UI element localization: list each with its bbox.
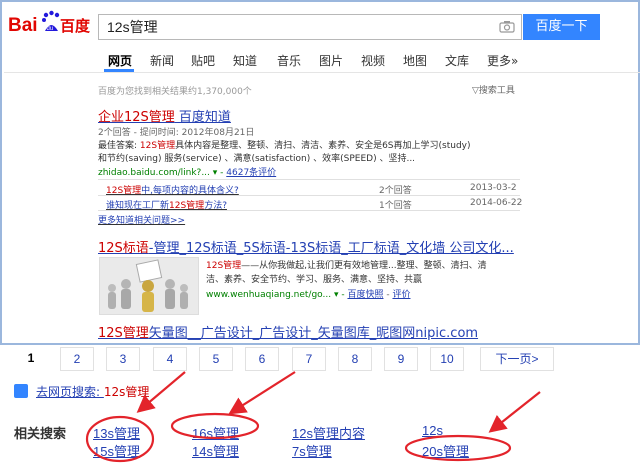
web-search-query[interactable]: 12s管理 <box>104 385 150 399</box>
results-panel: Bai du 百度 百度一下 网页 新闻 贴吧 知道 音乐 图片 视频 地图 文… <box>0 0 640 345</box>
related-12s[interactable]: 12s <box>422 423 443 438</box>
tab-news[interactable]: 新闻 <box>150 52 174 69</box>
result-2-thumbnail[interactable] <box>99 257 199 315</box>
svg-text:du: du <box>47 26 54 32</box>
search-tools-button[interactable]: ▽搜索工具 <box>472 83 515 96</box>
related-14s[interactable]: 14s管理 <box>192 441 239 460</box>
page-9[interactable]: 9 <box>384 347 418 371</box>
result-2-url-line: www.wenhuaqiang.net/go... ▾ - 百度快照 - 评价 <box>206 287 410 300</box>
annotation-arrow <box>228 371 296 415</box>
result-1-answer: 最佳答案: 12S管理具体内容是整理、整顿、清扫、清洁、素养、安全是6S再加上学… <box>98 138 471 151</box>
tab-wenku[interactable]: 文库 <box>445 52 469 69</box>
filter-icon: ▽ <box>472 86 479 96</box>
result-3-title-em: 12S管理 <box>98 326 149 341</box>
web-search-line: 去网页搜索: 12s管理 <box>14 383 149 400</box>
page-10[interactable]: 10 <box>430 347 464 371</box>
answer-em: 12S管理 <box>139 141 176 151</box>
search-tools-label: 搜索工具 <box>478 86 515 96</box>
search-box <box>98 14 522 40</box>
url-arrow-icon[interactable]: ▾ - <box>210 168 226 178</box>
more-questions-link[interactable]: 更多知道相关问题>> <box>98 213 185 226</box>
answer-prefix: 最佳答案: <box>98 141 140 151</box>
related-16s[interactable]: 16s管理 <box>192 423 239 442</box>
camera-icon[interactable] <box>499 20 515 36</box>
result-2-desc-em: 12S管理 <box>206 261 242 271</box>
page-8[interactable]: 8 <box>338 347 372 371</box>
tab-more[interactable]: 更多» <box>487 52 518 69</box>
result-2-snapshot[interactable]: 百度快照 <box>347 290 383 300</box>
tab-maps[interactable]: 地图 <box>403 52 427 69</box>
result-1-answer-line2: 和节约(saving) 服务(service) 、满意(satisfaction… <box>98 154 416 164</box>
related-7s[interactable]: 7s管理 <box>292 441 332 460</box>
result-2-review[interactable]: 评价 <box>392 290 410 300</box>
search-button[interactable]: 百度一下 <box>523 14 600 40</box>
related-searches-label: 相关搜索 <box>14 427 67 442</box>
related-12s-content[interactable]: 12s管理内容 <box>292 423 365 442</box>
tab-music[interactable]: 音乐 <box>277 52 301 69</box>
result-3-title[interactable]: 12S管理矢量图__广告设计_广告设计_矢量图库_昵图网nipic.com <box>98 322 478 341</box>
pagination: 1 2 3 4 5 6 7 8 9 10 下一页> <box>0 347 640 373</box>
related-15s[interactable]: 15s管理 <box>93 441 140 460</box>
result-1-title[interactable]: 企业12S管理 百度知道 <box>98 106 231 125</box>
result-count: 百度为您找到相关结果约1,370,000个 <box>98 87 252 97</box>
tab-tieba[interactable]: 贴吧 <box>191 52 215 69</box>
tab-divider <box>4 72 640 73</box>
paw-icon <box>14 384 28 398</box>
more-questions-label: 更多知道相关问题>> <box>98 216 186 226</box>
tab-web[interactable]: 网页 <box>108 52 132 69</box>
svg-text:Bai: Bai <box>8 15 38 36</box>
answer-text: 具体内容是整理、整顿、清扫、清洁、素养、安全是6S再加上学习(study) <box>175 141 471 151</box>
tab-images[interactable]: 图片 <box>319 52 343 69</box>
web-search-link[interactable]: 去网页搜索: <box>36 385 104 399</box>
page-3[interactable]: 3 <box>106 347 140 371</box>
result-1-url[interactable]: zhidao.baidu.com/link?... <box>98 168 210 178</box>
page-4[interactable]: 4 <box>153 347 187 371</box>
tab-video[interactable]: 视频 <box>361 52 385 69</box>
page-6[interactable]: 6 <box>245 347 279 371</box>
page-2[interactable]: 2 <box>60 347 94 371</box>
url-arrow-icon[interactable]: ▾ - <box>331 290 347 300</box>
baidu-logo[interactable]: Bai du 百度 <box>8 7 91 41</box>
related-20s[interactable]: 20s管理 <box>422 441 469 460</box>
question-2-date: 2014-06-22 <box>470 198 523 208</box>
page-1: 1 <box>27 351 35 365</box>
result-2-title-em: 12S标语 <box>98 241 149 256</box>
result-2-desc-line1: 12S管理——从你我做起,让我们更有效地管理...整理、整顿、清扫、清 <box>206 258 487 271</box>
annotation-arrow <box>488 391 541 433</box>
question-divider <box>98 179 520 180</box>
result-1-meta: 2个回答 - 提问时间: 2012年08月21日 <box>98 128 255 138</box>
question-1-date: 2013-03-2 <box>470 183 517 193</box>
page-5[interactable]: 5 <box>199 347 233 371</box>
result-1-rating[interactable]: 4627条评价 <box>226 168 276 178</box>
search-input[interactable] <box>99 15 489 39</box>
result-2-desc-line2: 洁、素养、安全节约、学习、服务、满意、坚持、共赢 <box>206 275 423 285</box>
result-1-title-rest: 百度知道 <box>174 110 231 125</box>
tab-zhidao[interactable]: 知道 <box>233 52 257 69</box>
page-7[interactable]: 7 <box>292 347 326 371</box>
result-2-title[interactable]: 12S标语-管理_12S标语_5S标语-13S标语_工厂标语_文化墙 公司文化.… <box>98 237 514 256</box>
result-1-title-em: 企业12S管理 <box>98 110 175 125</box>
question-divider <box>98 210 520 211</box>
result-2-desc-text: ——从你我做起,让我们更有效地管理...整理、整顿、清扫、清 <box>241 261 487 271</box>
result-2-url[interactable]: www.wenhuaqiang.net/go... <box>206 290 331 300</box>
next-page-button[interactable]: 下一页> <box>480 347 554 371</box>
result-1-url-line: zhidao.baidu.com/link?... ▾ - 4627条评价 <box>98 165 276 178</box>
result-2-title-rest: -管理_12S标语_5S标语-13S标语_工厂标语_文化墙 公司文化... <box>148 241 514 256</box>
related-13s[interactable]: 13s管理 <box>93 423 140 442</box>
result-3-title-rest: 矢量图__广告设计_广告设计_矢量图库_昵图网nipic.com <box>148 326 479 341</box>
svg-text:百度: 百度 <box>60 17 90 35</box>
question-divider <box>98 195 520 196</box>
